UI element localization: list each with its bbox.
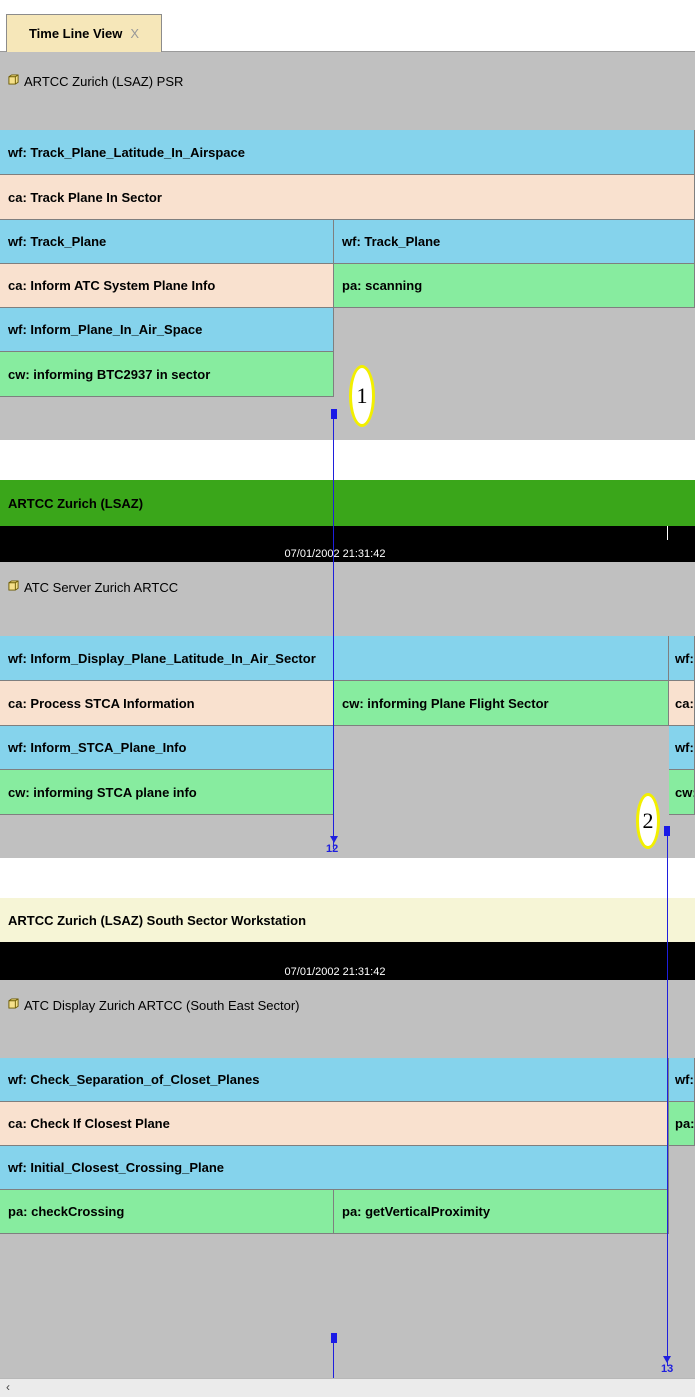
component-header[interactable]: ATC Display Zurich ARTCC (South East Sec… <box>0 980 695 1058</box>
activity-cell[interactable]: ca: <box>669 681 695 726</box>
component-name: ATC Display Zurich ARTCC (South East Sec… <box>24 998 300 1013</box>
time-marker-line[interactable] <box>333 1343 334 1378</box>
component-icon <box>8 580 19 591</box>
arrow-down-icon <box>663 1356 671 1363</box>
workflow-cell[interactable]: wf: Inform_STCA_Plane_Info <box>0 726 334 770</box>
time-marker-handle[interactable] <box>331 1333 337 1343</box>
time-marker-label: 13 <box>661 1363 674 1375</box>
activity-cell[interactable]: ca: Process STCA Information <box>0 681 334 726</box>
arrow-down-icon <box>330 836 338 843</box>
activity-cell[interactable]: ca: Inform ATC System Plane Info <box>0 264 334 308</box>
time-marker-line[interactable] <box>667 836 668 1366</box>
workflow-cell[interactable]: wf: Inform_Plane_In_Air_Space <box>0 308 334 352</box>
time-marker-label: 12 <box>326 843 339 855</box>
horizontal-scrollbar[interactable]: ‹ <box>0 1378 695 1397</box>
workflow-row[interactable]: wf: Track_Plane_Latitude_In_Airspace <box>0 130 695 175</box>
timeline-ruler: 07/01/2002 21:31:42 <box>0 942 695 980</box>
close-icon[interactable]: X <box>130 26 139 41</box>
ruler-tick <box>667 526 668 540</box>
component-name: ATC Server Zurich ARTCC <box>24 580 179 595</box>
section-header[interactable]: ARTCC Zurich (LSAZ) South Sector Worksta… <box>0 898 695 942</box>
tab-label: Time Line View <box>28 26 123 41</box>
process-cell[interactable]: cw: informing BTC2937 in sector <box>0 352 334 397</box>
process-cell[interactable]: cw: <box>669 770 695 815</box>
time-marker-line[interactable] <box>333 419 334 849</box>
workflow-cell[interactable]: wf: Track_Plane <box>334 220 695 264</box>
workflow-row[interactable]: wf: Inform_Display_Plane_Latitude_In_Air… <box>0 636 669 681</box>
activity-row[interactable]: ca: Track Plane In Sector <box>0 175 695 220</box>
process-cell[interactable]: pa: scanning <box>334 264 695 308</box>
process-cell[interactable]: pa: <box>669 1102 695 1146</box>
process-cell[interactable]: pa: getVerticalProximity <box>334 1190 669 1234</box>
workflow-cell[interactable]: wf: Track_Plane <box>0 220 334 264</box>
workflow-row[interactable]: wf: Check_Separation_of_Closet_Planes <box>0 1058 669 1102</box>
timeline-ruler: 07/01/2002 21:31:42 <box>0 526 695 562</box>
timestamp: 07/01/2002 21:31:42 <box>284 548 386 560</box>
time-marker-handle[interactable] <box>331 409 337 419</box>
separator <box>0 440 695 480</box>
tab-time-line-view[interactable]: Time Line View X <box>6 14 162 52</box>
callout-badge: 1 <box>349 365 375 427</box>
component-header[interactable]: ARTCC Zurich (LSAZ) PSR <box>0 52 695 130</box>
activity-row[interactable]: ca: Check If Closest Plane <box>0 1102 669 1146</box>
component-icon <box>8 998 19 1009</box>
workflow-row[interactable]: wf: Initial_Closest_Crossing_Plane <box>0 1146 669 1190</box>
component-name: ARTCC Zurich (LSAZ) PSR <box>24 74 184 89</box>
process-cell[interactable]: cw: informing STCA plane info <box>0 770 334 815</box>
workflow-cell[interactable]: wf: <box>669 1058 695 1102</box>
workflow-cell[interactable]: wf: <box>669 726 695 770</box>
section-header[interactable]: ARTCC Zurich (LSAZ) <box>0 480 695 526</box>
process-cell[interactable]: cw: informing Plane Flight Sector <box>334 681 669 726</box>
component-icon <box>8 74 19 85</box>
callout-badge: 2 <box>636 793 660 849</box>
timestamp: 07/01/2002 21:31:42 <box>284 966 386 978</box>
time-marker-handle[interactable] <box>664 826 670 836</box>
tab-bar: Time Line View X <box>0 0 695 52</box>
workflow-cell[interactable]: wf: <box>669 636 695 681</box>
process-cell[interactable]: pa: checkCrossing <box>0 1190 334 1234</box>
scroll-left-icon[interactable]: ‹ <box>6 1380 10 1394</box>
separator <box>0 858 695 898</box>
component-header[interactable]: ATC Server Zurich ARTCC <box>0 562 695 636</box>
